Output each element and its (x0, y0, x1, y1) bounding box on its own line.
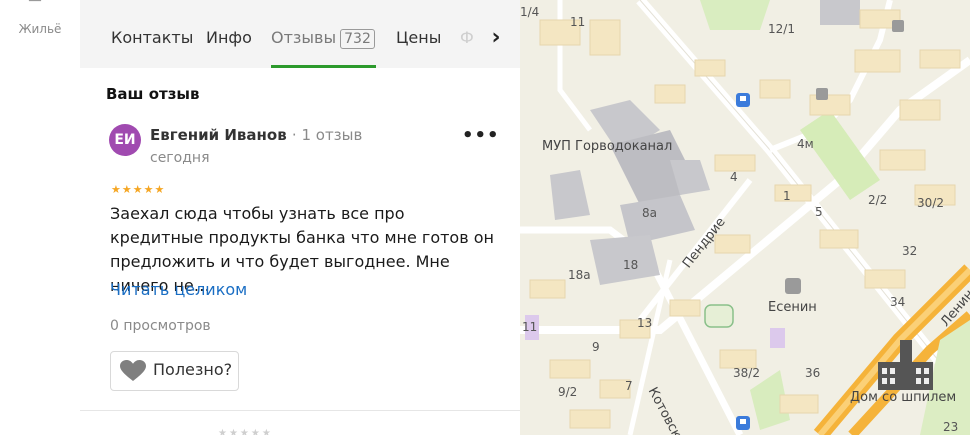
next-review-stars-icon: ★★★★★ (218, 428, 273, 435)
map-label: 30/2 (917, 196, 944, 210)
left-rail: Жильё (0, 0, 81, 435)
map-label: 8а (642, 206, 657, 220)
map-label: 23 (943, 420, 959, 434)
map-label: 11 (522, 320, 538, 334)
map-label-poi[interactable]: МУП Горводоканал (542, 139, 672, 154)
map-label: 12/1 (768, 22, 795, 36)
map-label-poi[interactable]: Дом со шпилем (850, 390, 956, 405)
tab-prices[interactable]: Цены (396, 28, 441, 47)
map-label: 9/2 (558, 385, 578, 399)
tab-faded-next: Ф (460, 28, 474, 47)
more-options-icon[interactable]: ••• (462, 127, 499, 148)
map-label: 18 (623, 258, 639, 272)
tab-reviews-label: Отзывы (271, 28, 337, 47)
review-date: сегодня (150, 150, 210, 166)
map-label: 4 (730, 170, 738, 184)
map-label: 11 (570, 15, 586, 29)
map-label: 18а (568, 268, 591, 282)
house-icon[interactable] (26, 0, 54, 14)
map-view[interactable]: 11 12/1 1/4 4м МУП Горводоканал 4 1 5 8а… (520, 0, 970, 435)
map-label: 9 (592, 340, 600, 354)
tab-contacts[interactable]: Контакты (111, 28, 193, 47)
read-more-link[interactable]: Читать целиком (110, 280, 247, 299)
sidebar-item-housing[interactable]: Жильё (0, 22, 80, 36)
section-title: Ваш отзыв (106, 85, 200, 103)
tabs-next-chevron-icon[interactable]: › (482, 26, 510, 52)
map-label: 32 (902, 244, 918, 258)
map-label: 1 (783, 189, 791, 203)
author-name[interactable]: Евгений Иванов (150, 126, 287, 144)
map-label: 5 (815, 205, 823, 219)
map-label: 1/4 (520, 5, 540, 19)
tab-bar: Контакты Инфо Отзывы 732 Цены Ф › (80, 0, 520, 68)
useful-label: Полезно? (153, 360, 233, 379)
map-label: 2/2 (868, 193, 888, 207)
author-review-count: · 1 отзыв (291, 126, 363, 144)
map-label: 13 (637, 316, 653, 330)
tab-info[interactable]: Инфо (206, 28, 252, 47)
views-count: 0 просмотров (110, 318, 211, 334)
map-label: 38/2 (733, 366, 760, 380)
map-label: 36 (805, 366, 821, 380)
map-label-poi[interactable]: Есенин (768, 300, 817, 315)
reviews-count-badge: 732 (340, 29, 375, 49)
map-label: 7 (625, 379, 633, 393)
active-tab-underline (271, 65, 376, 68)
useful-button[interactable]: Полезно? (110, 351, 239, 391)
tab-reviews[interactable]: Отзывы 732 (271, 28, 375, 49)
org-panel: Контакты Инфо Отзывы 732 Цены Ф › Ваш отз… (80, 0, 520, 435)
divider (80, 410, 520, 411)
map-label: 4м (797, 137, 814, 151)
avatar[interactable]: ЕИ (109, 124, 141, 156)
rating-stars-icon: ★★★★★ (111, 183, 166, 196)
map-label: 34 (890, 295, 906, 309)
review-author[interactable]: Евгений Иванов · 1 отзыв (150, 126, 362, 144)
heart-icon (120, 360, 146, 381)
